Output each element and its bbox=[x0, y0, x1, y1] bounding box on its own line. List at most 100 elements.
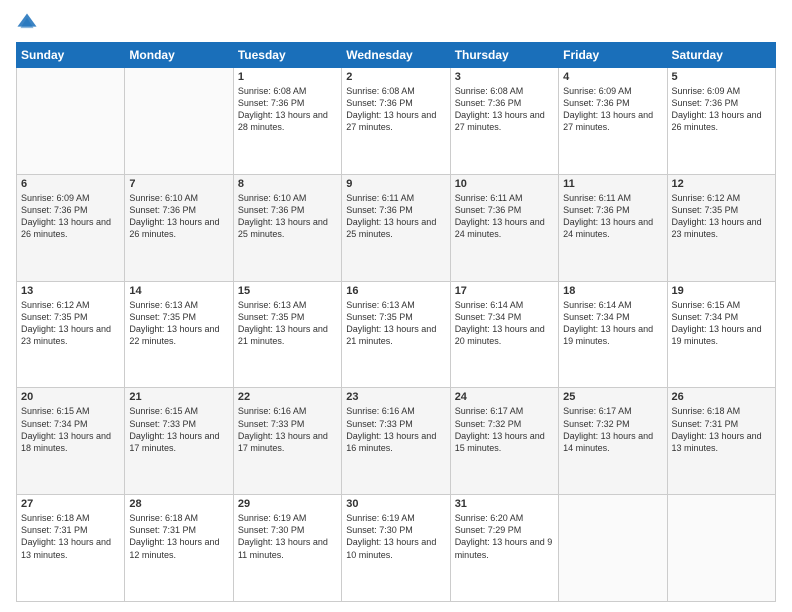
calendar-cell: 22 Sunrise: 6:16 AM Sunset: 7:33 PM Dayli… bbox=[233, 388, 341, 495]
cell-info: Sunrise: 6:15 AM Sunset: 7:34 PM Dayligh… bbox=[21, 405, 120, 454]
day-number: 4 bbox=[563, 71, 662, 83]
cell-info: Sunrise: 6:14 AM Sunset: 7:34 PM Dayligh… bbox=[455, 299, 554, 348]
cell-info: Sunrise: 6:14 AM Sunset: 7:34 PM Dayligh… bbox=[563, 299, 662, 348]
calendar-header-friday: Friday bbox=[559, 43, 667, 68]
calendar-cell: 13 Sunrise: 6:12 AM Sunset: 7:35 PM Dayli… bbox=[17, 281, 125, 388]
calendar-cell: 29 Sunrise: 6:19 AM Sunset: 7:30 PM Dayli… bbox=[233, 495, 341, 602]
calendar-cell: 20 Sunrise: 6:15 AM Sunset: 7:34 PM Dayli… bbox=[17, 388, 125, 495]
day-number: 12 bbox=[672, 178, 771, 190]
cell-info: Sunrise: 6:17 AM Sunset: 7:32 PM Dayligh… bbox=[563, 405, 662, 454]
cell-info: Sunrise: 6:18 AM Sunset: 7:31 PM Dayligh… bbox=[21, 512, 120, 561]
calendar-cell: 5 Sunrise: 6:09 AM Sunset: 7:36 PM Daylig… bbox=[667, 68, 775, 175]
cell-info: Sunrise: 6:09 AM Sunset: 7:36 PM Dayligh… bbox=[672, 85, 771, 134]
day-number: 23 bbox=[346, 391, 445, 403]
day-number: 21 bbox=[129, 391, 228, 403]
cell-info: Sunrise: 6:16 AM Sunset: 7:33 PM Dayligh… bbox=[238, 405, 337, 454]
day-number: 6 bbox=[21, 178, 120, 190]
calendar-week-row: 1Sunrise: 6:08 AM Sunset: 7:36 PM Daylig… bbox=[17, 68, 776, 175]
day-number: 31 bbox=[455, 498, 554, 510]
day-number: 27 bbox=[21, 498, 120, 510]
day-number: 15 bbox=[238, 285, 337, 297]
cell-info: Sunrise: 6:12 AM Sunset: 7:35 PM Dayligh… bbox=[21, 299, 120, 348]
cell-info: Sunrise: 6:12 AM Sunset: 7:35 PM Dayligh… bbox=[672, 192, 771, 241]
logo bbox=[16, 12, 42, 34]
calendar-cell: 11 Sunrise: 6:11 AM Sunset: 7:36 PM Dayli… bbox=[559, 174, 667, 281]
calendar-cell: 12 Sunrise: 6:12 AM Sunset: 7:35 PM Dayli… bbox=[667, 174, 775, 281]
calendar-cell: 25 Sunrise: 6:17 AM Sunset: 7:32 PM Dayli… bbox=[559, 388, 667, 495]
cell-info: Sunrise: 6:11 AM Sunset: 7:36 PM Dayligh… bbox=[455, 192, 554, 241]
calendar-cell: 27 Sunrise: 6:18 AM Sunset: 7:31 PM Dayli… bbox=[17, 495, 125, 602]
calendar-cell: 14 Sunrise: 6:13 AM Sunset: 7:35 PM Dayli… bbox=[125, 281, 233, 388]
calendar-table: SundayMondayTuesdayWednesdayThursdayFrid… bbox=[16, 42, 776, 602]
cell-info: Sunrise: 6:08 AM Sunset: 7:36 PM Dayligh… bbox=[346, 85, 445, 134]
day-number: 29 bbox=[238, 498, 337, 510]
calendar-cell: 10 Sunrise: 6:11 AM Sunset: 7:36 PM Dayli… bbox=[450, 174, 558, 281]
day-number: 13 bbox=[21, 285, 120, 297]
day-number: 20 bbox=[21, 391, 120, 403]
calendar-cell bbox=[667, 495, 775, 602]
calendar-cell: 3 Sunrise: 6:08 AM Sunset: 7:36 PM Daylig… bbox=[450, 68, 558, 175]
calendar-week-row: 6Sunrise: 6:09 AM Sunset: 7:36 PM Daylig… bbox=[17, 174, 776, 281]
calendar-cell: 18 Sunrise: 6:14 AM Sunset: 7:34 PM Dayli… bbox=[559, 281, 667, 388]
day-number: 18 bbox=[563, 285, 662, 297]
calendar-cell: 7 Sunrise: 6:10 AM Sunset: 7:36 PM Daylig… bbox=[125, 174, 233, 281]
day-number: 17 bbox=[455, 285, 554, 297]
calendar-cell: 24 Sunrise: 6:17 AM Sunset: 7:32 PM Dayli… bbox=[450, 388, 558, 495]
calendar-cell: 1Sunrise: 6:08 AM Sunset: 7:36 PM Daylig… bbox=[233, 68, 341, 175]
calendar-cell: 21 Sunrise: 6:15 AM Sunset: 7:33 PM Dayli… bbox=[125, 388, 233, 495]
cell-info: Sunrise: 6:10 AM Sunset: 7:36 PM Dayligh… bbox=[129, 192, 228, 241]
day-number: 7 bbox=[129, 178, 228, 190]
cell-info: Sunrise: 6:08 AM Sunset: 7:36 PM Dayligh… bbox=[455, 85, 554, 134]
day-number: 16 bbox=[346, 285, 445, 297]
calendar-week-row: 27 Sunrise: 6:18 AM Sunset: 7:31 PM Dayli… bbox=[17, 495, 776, 602]
calendar-cell: 9Sunrise: 6:11 AM Sunset: 7:36 PM Daylig… bbox=[342, 174, 450, 281]
calendar-cell: 17 Sunrise: 6:14 AM Sunset: 7:34 PM Dayli… bbox=[450, 281, 558, 388]
calendar-cell: 30Sunrise: 6:19 AM Sunset: 7:30 PM Dayli… bbox=[342, 495, 450, 602]
day-number: 14 bbox=[129, 285, 228, 297]
calendar-cell: 23 Sunrise: 6:16 AM Sunset: 7:33 PM Dayli… bbox=[342, 388, 450, 495]
cell-info: Sunrise: 6:19 AM Sunset: 7:30 PM Dayligh… bbox=[238, 512, 337, 561]
calendar-cell: 31 Sunrise: 6:20 AM Sunset: 7:29 PM Dayli… bbox=[450, 495, 558, 602]
cell-info: Sunrise: 6:19 AM Sunset: 7:30 PM Dayligh… bbox=[346, 512, 445, 561]
day-number: 10 bbox=[455, 178, 554, 190]
calendar-cell bbox=[125, 68, 233, 175]
day-number: 3 bbox=[455, 71, 554, 83]
day-number: 19 bbox=[672, 285, 771, 297]
cell-info: Sunrise: 6:13 AM Sunset: 7:35 PM Dayligh… bbox=[346, 299, 445, 348]
calendar-cell: 4 Sunrise: 6:09 AM Sunset: 7:36 PM Daylig… bbox=[559, 68, 667, 175]
cell-info: Sunrise: 6:13 AM Sunset: 7:35 PM Dayligh… bbox=[238, 299, 337, 348]
calendar-cell: 19 Sunrise: 6:15 AM Sunset: 7:34 PM Dayli… bbox=[667, 281, 775, 388]
calendar-cell bbox=[559, 495, 667, 602]
cell-info: Sunrise: 6:13 AM Sunset: 7:35 PM Dayligh… bbox=[129, 299, 228, 348]
header bbox=[16, 12, 776, 34]
page: SundayMondayTuesdayWednesdayThursdayFrid… bbox=[0, 0, 792, 612]
calendar-header-sunday: Sunday bbox=[17, 43, 125, 68]
cell-info: Sunrise: 6:15 AM Sunset: 7:34 PM Dayligh… bbox=[672, 299, 771, 348]
cell-info: Sunrise: 6:17 AM Sunset: 7:32 PM Dayligh… bbox=[455, 405, 554, 454]
calendar-header-saturday: Saturday bbox=[667, 43, 775, 68]
day-number: 22 bbox=[238, 391, 337, 403]
cell-info: Sunrise: 6:08 AM Sunset: 7:36 PM Dayligh… bbox=[238, 85, 337, 134]
calendar-cell: 2 Sunrise: 6:08 AM Sunset: 7:36 PM Daylig… bbox=[342, 68, 450, 175]
cell-info: Sunrise: 6:16 AM Sunset: 7:33 PM Dayligh… bbox=[346, 405, 445, 454]
cell-info: Sunrise: 6:11 AM Sunset: 7:36 PM Dayligh… bbox=[346, 192, 445, 241]
day-number: 28 bbox=[129, 498, 228, 510]
cell-info: Sunrise: 6:09 AM Sunset: 7:36 PM Dayligh… bbox=[563, 85, 662, 134]
calendar-cell: 26Sunrise: 6:18 AM Sunset: 7:31 PM Dayli… bbox=[667, 388, 775, 495]
cell-info: Sunrise: 6:18 AM Sunset: 7:31 PM Dayligh… bbox=[129, 512, 228, 561]
calendar-cell bbox=[17, 68, 125, 175]
cell-info: Sunrise: 6:18 AM Sunset: 7:31 PM Dayligh… bbox=[672, 405, 771, 454]
day-number: 25 bbox=[563, 391, 662, 403]
calendar-cell: 28 Sunrise: 6:18 AM Sunset: 7:31 PM Dayli… bbox=[125, 495, 233, 602]
day-number: 24 bbox=[455, 391, 554, 403]
calendar-week-row: 20 Sunrise: 6:15 AM Sunset: 7:34 PM Dayli… bbox=[17, 388, 776, 495]
cell-info: Sunrise: 6:11 AM Sunset: 7:36 PM Dayligh… bbox=[563, 192, 662, 241]
day-number: 11 bbox=[563, 178, 662, 190]
cell-info: Sunrise: 6:15 AM Sunset: 7:33 PM Dayligh… bbox=[129, 405, 228, 454]
calendar-header-monday: Monday bbox=[125, 43, 233, 68]
calendar-week-row: 13 Sunrise: 6:12 AM Sunset: 7:35 PM Dayli… bbox=[17, 281, 776, 388]
calendar-cell: 6Sunrise: 6:09 AM Sunset: 7:36 PM Daylig… bbox=[17, 174, 125, 281]
day-number: 2 bbox=[346, 71, 445, 83]
cell-info: Sunrise: 6:20 AM Sunset: 7:29 PM Dayligh… bbox=[455, 512, 554, 561]
day-number: 5 bbox=[672, 71, 771, 83]
